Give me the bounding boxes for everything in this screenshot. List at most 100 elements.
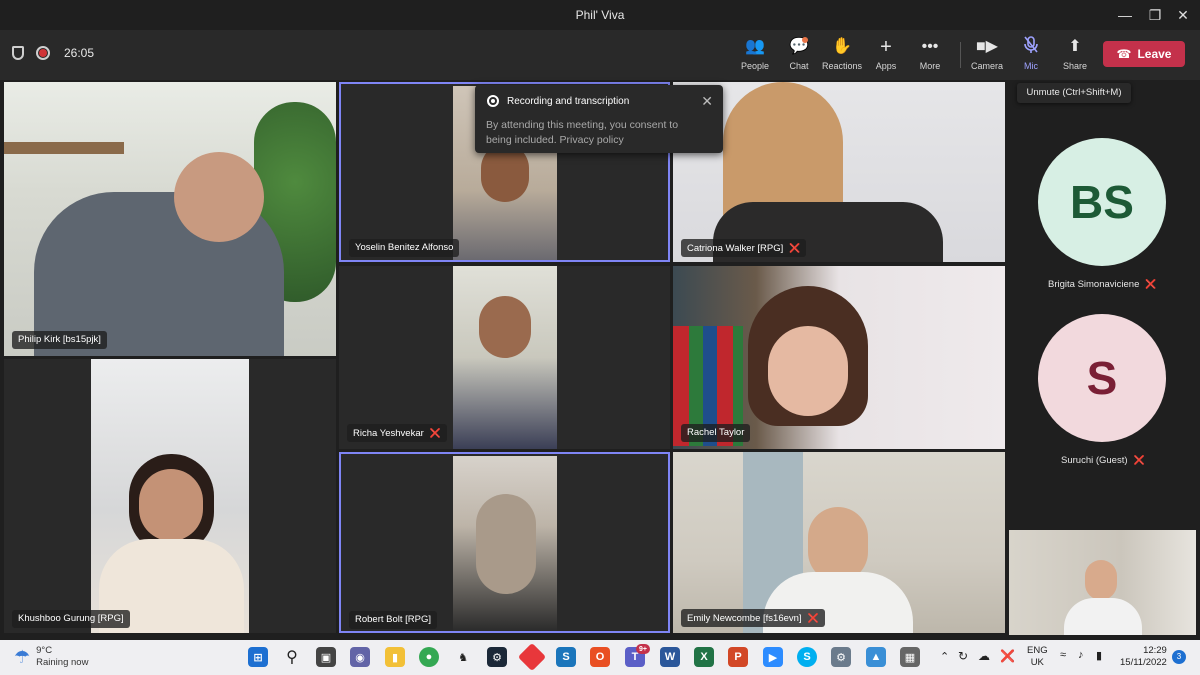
clock-date: 15/11/2022 bbox=[1120, 657, 1167, 668]
mic-label: Mic bbox=[1024, 61, 1038, 71]
minimize-icon[interactable]: — bbox=[1108, 0, 1142, 30]
mic-off-icon: ❌ bbox=[789, 243, 801, 253]
side-participant-brigita: Brigita Simonaviciene ❌ bbox=[1048, 279, 1157, 290]
office-icon[interactable]: O bbox=[590, 647, 610, 667]
people-label: People bbox=[740, 61, 770, 71]
chrome-icon[interactable]: ● bbox=[419, 647, 439, 667]
person-head bbox=[1085, 560, 1117, 600]
volume-icon[interactable]: ♪ bbox=[1078, 649, 1084, 661]
video-tile-rachel[interactable]: Rachel Taylor bbox=[673, 266, 1005, 449]
wifi-icon[interactable]: ≈ bbox=[1060, 649, 1066, 661]
participant-name: Yoselin Benitez Alfonso bbox=[349, 239, 460, 257]
phone-hangup-icon: ☎ bbox=[1116, 47, 1132, 61]
word-icon[interactable]: W bbox=[660, 647, 680, 667]
mic-button[interactable]: Mic bbox=[1009, 36, 1053, 76]
raise-hand-icon: ✋ bbox=[832, 38, 852, 55]
sync-icon[interactable]: ↻ bbox=[958, 649, 968, 663]
participant-name: Philip Kirk [bs15pjk] bbox=[12, 331, 107, 349]
chat-button[interactable]: 💬 Chat bbox=[777, 36, 821, 76]
file-explorer-icon[interactable]: ▮ bbox=[385, 647, 405, 667]
mic-tooltip: Unmute (Ctrl+Shift+M) bbox=[1017, 83, 1131, 103]
app-icon-7[interactable]: ♞ bbox=[453, 647, 473, 667]
meeting-timer: 26:05 bbox=[64, 46, 95, 60]
video-tile-emily[interactable]: Emily Newcombe [fs16evn] ❌ bbox=[673, 452, 1005, 633]
avatar-suruchi[interactable]: S bbox=[1038, 314, 1166, 442]
share-icon: ⬆ bbox=[1068, 38, 1082, 55]
skype-icon[interactable]: S bbox=[797, 647, 817, 667]
zoom-icon[interactable]: ▶ bbox=[763, 647, 783, 667]
participant-name-emily: Emily Newcombe [fs16evn] ❌ bbox=[681, 609, 825, 627]
reactions-label: Reactions bbox=[821, 61, 863, 71]
video-tile-khushboo[interactable]: Khushboo Gurung [RPG] bbox=[4, 359, 336, 633]
share-button[interactable]: ⬆ Share bbox=[1053, 36, 1097, 76]
mic-off-icon: ❌ bbox=[1145, 279, 1157, 289]
app-icon-10[interactable]: S bbox=[556, 647, 576, 667]
person-head bbox=[479, 296, 531, 358]
person-head bbox=[808, 507, 868, 582]
avatar-initials: S bbox=[1086, 352, 1118, 404]
language-indicator[interactable]: ENG UK bbox=[1027, 645, 1048, 669]
task-view-icon[interactable]: ▣ bbox=[316, 647, 336, 667]
language-code: ENG bbox=[1027, 645, 1048, 656]
teams-meeting-window: Phil' Viva — ❐ ✕ 26:05 👥 People 💬 Chat ✋… bbox=[0, 0, 1200, 675]
close-icon[interactable]: ✕ bbox=[701, 93, 713, 110]
chat-unread-dot bbox=[802, 37, 808, 43]
window-title: Phil' Viva bbox=[575, 8, 625, 22]
participant-name: Robert Bolt [RPG] bbox=[349, 611, 438, 629]
calculator-icon[interactable]: ▦ bbox=[900, 647, 920, 667]
avatar-initials: BS bbox=[1070, 176, 1134, 228]
title-bar: Phil' Viva — ❐ ✕ bbox=[0, 0, 1200, 30]
mic-off-icon: ❌ bbox=[807, 613, 819, 623]
more-button[interactable]: ••• More bbox=[908, 36, 952, 76]
powerpoint-icon[interactable]: P bbox=[728, 647, 748, 667]
participant-name: Khushboo Gurung [RPG] bbox=[12, 610, 130, 628]
notification-body: By attending this meeting, you consent t… bbox=[486, 119, 679, 146]
search-icon[interactable]: ⚲ bbox=[282, 647, 302, 667]
participant-name: Rachel Taylor bbox=[681, 424, 751, 442]
participant-name-richa: Richa Yeshvekar ❌ bbox=[347, 424, 447, 442]
apps-button[interactable]: + Apps bbox=[864, 36, 908, 76]
weather-status: Raining now bbox=[36, 657, 89, 668]
meeting-toolbar: 26:05 👥 People 💬 Chat ✋ Reactions + Apps… bbox=[0, 30, 1200, 80]
rain-cloud-icon: ☂ bbox=[14, 646, 31, 667]
leave-button[interactable]: ☎ Leave bbox=[1103, 41, 1185, 67]
person-head bbox=[174, 152, 264, 242]
recording-icon[interactable] bbox=[36, 46, 50, 60]
more-icon: ••• bbox=[921, 38, 939, 55]
notification-title: Recording and transcription bbox=[507, 96, 630, 107]
person-head bbox=[476, 494, 536, 594]
video-tile-richa[interactable]: Richa Yeshvekar ❌ bbox=[339, 266, 670, 449]
app-icon-19[interactable]: ▲ bbox=[866, 647, 886, 667]
toolbar-divider bbox=[960, 42, 961, 68]
self-view-tile[interactable] bbox=[1009, 530, 1196, 635]
steam-icon[interactable]: ⚙ bbox=[487, 647, 507, 667]
excel-icon[interactable]: X bbox=[694, 647, 714, 667]
people-button[interactable]: 👥 People bbox=[733, 36, 777, 76]
settings-icon[interactable]: ⚙ bbox=[831, 647, 851, 667]
cloud-icon[interactable]: ☁ bbox=[978, 649, 990, 663]
chat-label: Chat bbox=[789, 61, 809, 71]
side-participant-suruchi: Suruchi (Guest) ❌ bbox=[1061, 455, 1145, 466]
leave-label: Leave bbox=[1137, 47, 1172, 61]
video-tile-philip[interactable]: Philip Kirk [bs15pjk] bbox=[4, 82, 336, 356]
weather-widget[interactable]: ☂ 9°C Raining now bbox=[14, 645, 88, 669]
teams-chat-icon[interactable]: ◉ bbox=[350, 647, 370, 667]
video-tile-robert[interactable]: Robert Bolt [RPG] bbox=[339, 452, 670, 633]
mic-off-icon bbox=[1009, 36, 1053, 58]
teams-badge: 9+ bbox=[636, 644, 650, 654]
clock[interactable]: 12:29 15/11/2022 bbox=[1120, 645, 1167, 669]
close-window-icon[interactable]: ✕ bbox=[1166, 0, 1200, 30]
avatar-brigita[interactable]: BS bbox=[1038, 138, 1166, 266]
reactions-button[interactable]: ✋ Reactions bbox=[820, 36, 864, 76]
battery-icon[interactable]: ▮ bbox=[1096, 649, 1102, 662]
share-label: Share bbox=[1062, 61, 1088, 71]
person-head bbox=[139, 469, 203, 541]
mic-muted-tray-icon[interactable]: ❌ bbox=[1000, 649, 1015, 663]
notification-count[interactable]: 3 bbox=[1172, 650, 1186, 664]
participant-name-catriona: Catriona Walker [RPG] ❌ bbox=[681, 239, 807, 257]
shield-icon[interactable] bbox=[12, 46, 24, 60]
camera-button[interactable]: ■▶ Camera bbox=[965, 36, 1009, 76]
app-icon-9[interactable] bbox=[517, 642, 547, 672]
start-icon[interactable]: ⊞ bbox=[248, 647, 268, 667]
chevron-up-icon[interactable]: ⌃ bbox=[940, 650, 949, 663]
